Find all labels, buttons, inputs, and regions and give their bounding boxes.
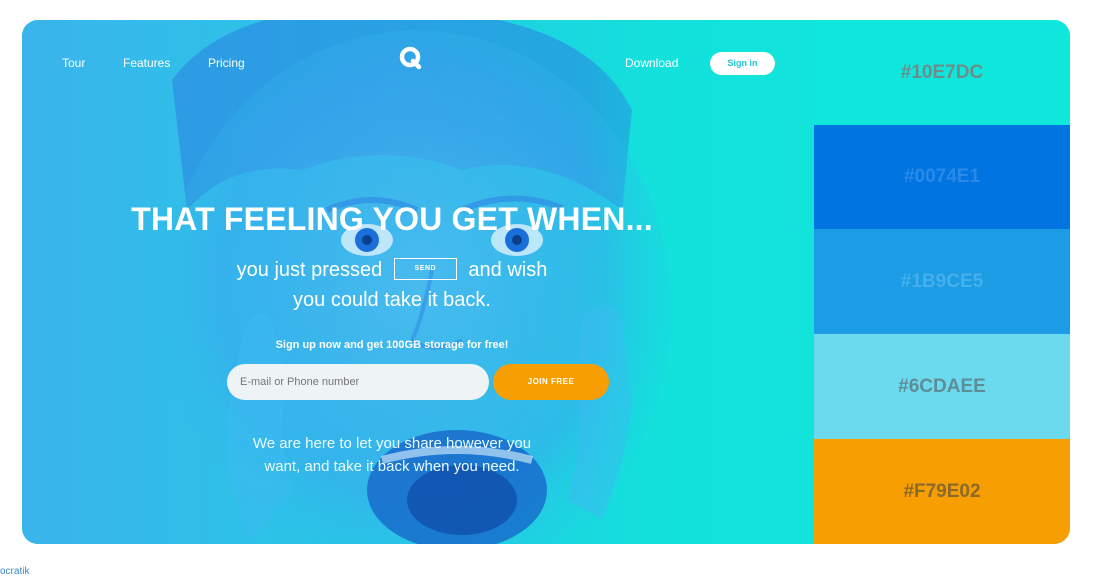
sub-text-before: you just pressed (236, 259, 383, 281)
palette-swatch: #1B9CE5 (814, 229, 1070, 334)
palette-swatch: #6CDAEE (814, 334, 1070, 439)
join-free-button[interactable]: JOIN FREE (493, 364, 609, 400)
hero-section: Tour Features Pricing Download Sign in T… (22, 20, 814, 544)
landing-card: Tour Features Pricing Download Sign in T… (22, 20, 1070, 544)
palette-swatch: #10E7DC (814, 20, 1070, 125)
send-button-illustration: SEND (393, 257, 457, 280)
hero-subheading: you just pressed SEND and wish you could… (202, 255, 582, 315)
description-line1: We are here to let you share however you (252, 435, 532, 452)
hero-headline: THAT FEELING YOU GET WHEN... (131, 201, 653, 237)
nav-features-link[interactable]: Features (123, 56, 170, 70)
promo-text: Sign up now and get 100GB storage for fr… (275, 339, 509, 351)
swatch-label: #6CDAEE (898, 375, 986, 397)
nav-pricing-link[interactable]: Pricing (208, 56, 245, 70)
swatch-label: #10E7DC (900, 61, 984, 83)
description-line2: want, and take it back when you need. (264, 458, 520, 475)
email-input[interactable] (227, 364, 489, 400)
nav-download-link[interactable]: Download (625, 56, 678, 70)
credit-text: ocratik (0, 566, 30, 577)
sub-text-line2: you could take it back. (293, 289, 491, 311)
palette-swatch: #F79E02 (814, 439, 1070, 544)
nav-tour-link[interactable]: Tour (62, 56, 85, 70)
logo-icon[interactable] (397, 45, 427, 71)
palette-swatch: #0074E1 (814, 125, 1070, 229)
sign-in-button[interactable]: Sign in (710, 52, 775, 75)
color-palette: #10E7DC #0074E1 #1B9CE5 #6CDAEE #F79E02 (814, 20, 1070, 544)
swatch-label: #1B9CE5 (900, 270, 984, 292)
swatch-label: #F79E02 (903, 480, 981, 502)
sub-text-after: and wish (468, 259, 548, 281)
hero-description: We are here to let you share however you… (237, 432, 547, 478)
swatch-label: #0074E1 (903, 166, 981, 187)
